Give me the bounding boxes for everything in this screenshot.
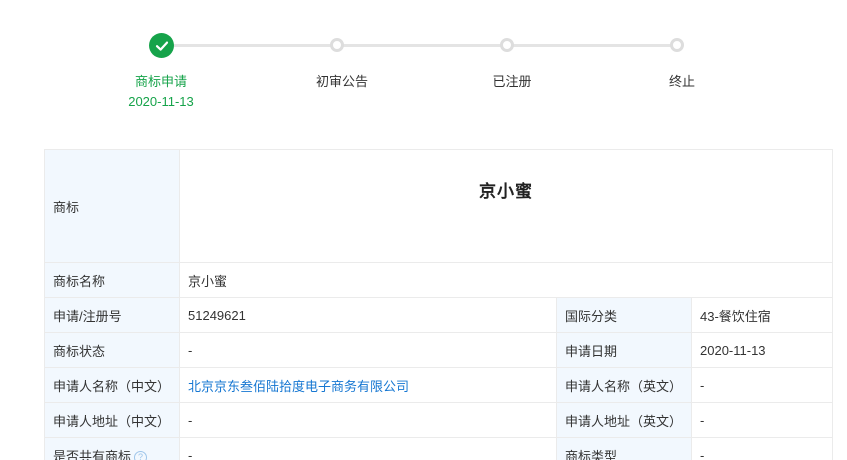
progress-track [161, 44, 678, 47]
type-label: 商标类型 [556, 437, 692, 460]
shared-value: - [179, 437, 557, 460]
step-label-registered: 已注册 [492, 74, 532, 89]
mark-image-cell: 京小蜜 [178, 149, 834, 263]
name-value: 京小蜜 [178, 262, 834, 298]
table-row: 是否共有商标? - 商标类型 - [44, 437, 834, 460]
question-circle-icon[interactable]: ? [134, 450, 148, 460]
status-value: - [179, 332, 557, 368]
appdate-label: 申请日期 [556, 332, 692, 368]
progress-steps: 商标申请 2020-11-13 初审公告 已注册 终止 [0, 0, 847, 120]
address-cn-label: 申请人地址（中文） [44, 402, 180, 438]
applicant-cn-label: 申请人名称（中文） [44, 367, 180, 403]
table-row: 申请/注册号 51249621 国际分类 43-餐饮住宿 [44, 297, 834, 333]
applicant-cn-link[interactable]: 北京京东叁佰陆拾度电子商务有限公司 [188, 379, 409, 394]
step-label-application: 商标申请 [134, 74, 187, 89]
regno-value: 51249621 [179, 297, 557, 333]
appdate-value: 2020-11-13 [690, 332, 834, 368]
step-done-marker [149, 33, 174, 58]
address-en-label: 申请人地址（英文） [556, 402, 692, 438]
name-label: 商标名称 [44, 262, 180, 298]
table-row: 申请人名称（中文） 北京京东叁佰陆拾度电子商务有限公司 申请人名称（英文） - [44, 367, 834, 403]
address-cn-value: - [179, 402, 557, 438]
class-value: 43-餐饮住宿 [690, 297, 834, 333]
step-date-application: 2020-11-13 [128, 94, 194, 109]
shared-label: 是否共有商标 [53, 448, 132, 460]
class-label: 国际分类 [556, 297, 692, 333]
table-row: 商标 京小蜜 [44, 149, 834, 263]
status-label: 商标状态 [44, 332, 180, 368]
step-marker-pending [500, 38, 514, 52]
trademark-info-table: 商标 京小蜜 商标名称 京小蜜 申请/注册号 51249621 国际分类 43-… [44, 149, 834, 460]
shared-label-cell: 是否共有商标? [44, 437, 180, 460]
regno-label: 申请/注册号 [44, 297, 180, 333]
applicant-en-value: - [690, 367, 834, 403]
table-row: 商标名称 京小蜜 [44, 262, 834, 298]
address-en-value: - [690, 402, 834, 438]
step-label-terminated: 终止 [668, 74, 695, 89]
check-icon [155, 41, 168, 51]
applicant-cn-cell: 北京京东叁佰陆拾度电子商务有限公司 [179, 367, 557, 403]
type-value: - [690, 437, 834, 460]
mark-label: 商标 [44, 149, 180, 263]
step-label-preliminary: 初审公告 [315, 74, 368, 89]
step-marker-pending [330, 38, 344, 52]
mark-image: 京小蜜 [479, 181, 534, 201]
table-row: 商标状态 - 申请日期 2020-11-13 [44, 332, 834, 368]
applicant-en-label: 申请人名称（英文） [556, 367, 692, 403]
table-row: 申请人地址（中文） - 申请人地址（英文） - [44, 402, 834, 438]
step-marker-pending [670, 38, 684, 52]
